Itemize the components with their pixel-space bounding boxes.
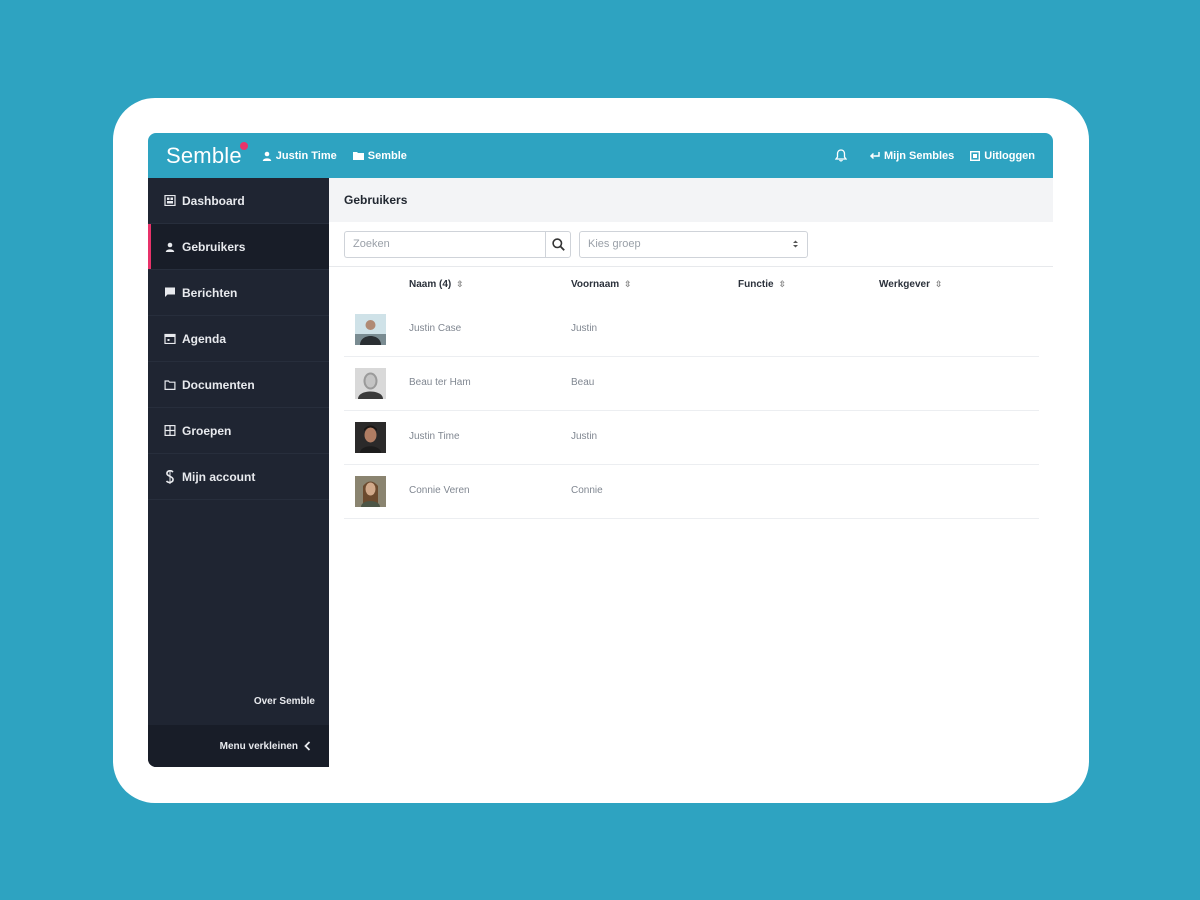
logo-text: Semble (166, 142, 242, 168)
cell-voornaam: Connie (571, 485, 603, 496)
top-right-actions: Mijn Sembles Uitloggen (834, 149, 1035, 162)
menu-collapse-button[interactable]: Menu verkleinen (148, 725, 329, 767)
column-header-functie[interactable]: Functie ⇳ (738, 279, 786, 290)
logout-link[interactable]: Uitloggen (970, 150, 1035, 162)
app-screen: Semble Justin Time Semble Mijn Sembles U… (148, 133, 1053, 767)
current-user-label: Justin Time (275, 149, 337, 162)
cell-naam: Justin Time (409, 431, 460, 442)
column-header-label: Voornaam (571, 279, 620, 290)
select-arrows-icon (793, 240, 798, 248)
return-arrow-icon (869, 152, 880, 160)
search-icon (551, 237, 565, 251)
semble-logo[interactable]: Semble (166, 141, 248, 169)
avatar (355, 368, 386, 399)
sidebar-item-label: Dashboard (182, 193, 245, 208)
dashboard-icon (164, 195, 176, 206)
avatar (355, 422, 386, 453)
sidebar-item-mijn-account[interactable]: Mijn account (148, 454, 329, 500)
sort-icon: ⇳ (456, 279, 464, 289)
sort-icon: ⇳ (778, 279, 787, 289)
sidebar-item-agenda[interactable]: Agenda (148, 316, 329, 362)
cell-voornaam: Justin (571, 431, 598, 442)
current-user-link[interactable]: Justin Time (262, 150, 337, 162)
table-header: Naam (4) ⇳ Voornaam ⇳ Functie ⇳ Werkgeve… (344, 267, 1039, 303)
group-select[interactable]: Kies groep (579, 230, 808, 258)
user-icon (262, 151, 271, 161)
logo-dot-icon (239, 141, 248, 150)
calendar-icon (164, 333, 176, 344)
sidebar-item-gebruikers[interactable]: Gebruikers (148, 224, 329, 270)
message-icon (165, 287, 175, 297)
column-header-label: Naam (4) (409, 279, 452, 290)
column-header-voornaam[interactable]: Voornaam ⇳ (571, 279, 632, 290)
table-row[interactable]: Justin Case Justin (344, 303, 1039, 357)
cell-naam: Justin Case (409, 323, 462, 334)
menu-collapse-label: Menu verkleinen (219, 740, 298, 752)
table-row[interactable]: Connie Veren Connie (344, 465, 1039, 519)
folder-icon (352, 152, 364, 160)
group-select-placeholder: Kies groep (588, 238, 641, 250)
avatar (355, 476, 386, 507)
cell-naam: Connie Veren (409, 485, 470, 496)
sidebar: Dashboard Gebruikers Berichten Agenda Do… (148, 178, 329, 767)
search-input[interactable] (344, 230, 545, 258)
sidebar-item-documenten[interactable]: Documenten (148, 362, 329, 408)
organisation-label: Semble (367, 149, 407, 162)
page-title: Gebruikers (344, 193, 408, 207)
sort-icon: ⇳ (934, 279, 943, 289)
sidebar-item-dashboard[interactable]: Dashboard (148, 178, 329, 224)
table-row[interactable]: Beau ter Ham Beau (344, 357, 1039, 411)
cell-voornaam: Beau (571, 377, 595, 388)
sidebar-item-label: Gebruikers (182, 239, 246, 254)
avatar (355, 314, 386, 345)
sidebar-item-label: Groepen (182, 423, 232, 438)
users-table: Naam (4) ⇳ Voornaam ⇳ Functie ⇳ Werkgeve… (344, 267, 1039, 519)
user-icon (165, 242, 175, 252)
my-sembles-link[interactable]: Mijn Sembles (869, 150, 954, 162)
table-row[interactable]: Justin Time Justin (344, 411, 1039, 465)
logout-label: Uitloggen (984, 149, 1035, 162)
cell-naam: Beau ter Ham (409, 377, 471, 388)
organisation-link[interactable]: Semble (352, 149, 407, 162)
column-header-naam[interactable]: Naam (4) ⇳ (409, 279, 464, 290)
main-content: Gebruikers Kies groep (329, 178, 1053, 767)
page-header: Gebruikers (329, 178, 1053, 222)
sidebar-item-label: Berichten (182, 285, 238, 300)
folder-icon (164, 379, 176, 390)
search-button[interactable] (545, 230, 571, 258)
sidebar-item-groepen[interactable]: Groepen (148, 408, 329, 454)
sidebar-item-berichten[interactable]: Berichten (148, 270, 329, 316)
sidebar-item-label: Documenten (182, 377, 255, 392)
logout-icon (970, 150, 981, 161)
my-sembles-label: Mijn Sembles (883, 149, 955, 162)
account-icon (165, 469, 174, 484)
sort-icon: ⇳ (624, 279, 632, 289)
groups-icon (164, 425, 176, 436)
column-header-werkgever[interactable]: Werkgever ⇳ (879, 279, 943, 290)
filter-bar: Kies groep (329, 222, 1053, 267)
sidebar-item-label: Agenda (182, 331, 227, 346)
top-navbar: Semble Justin Time Semble Mijn Sembles U… (148, 133, 1053, 178)
cell-voornaam: Justin (571, 323, 598, 334)
bell-icon[interactable] (834, 149, 847, 162)
search-group (344, 230, 571, 258)
column-header-label: Werkgever (879, 279, 930, 290)
sidebar-item-label: Mijn account (182, 469, 256, 484)
column-header-label: Functie (738, 279, 774, 290)
chevron-left-icon (304, 741, 311, 751)
about-semble-link[interactable]: Over Semble (254, 696, 315, 707)
